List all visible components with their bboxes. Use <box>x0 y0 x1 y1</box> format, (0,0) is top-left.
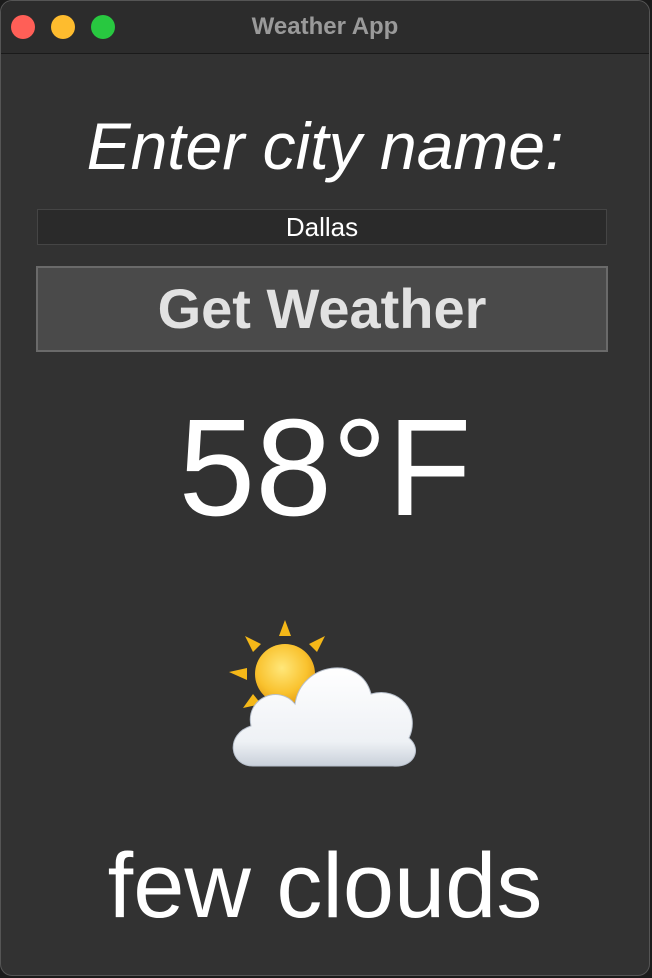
zoom-window-button[interactable] <box>91 15 115 39</box>
get-weather-button[interactable]: Get Weather <box>36 266 608 352</box>
temperature-display: 58°F <box>178 391 472 545</box>
weather-app-window: Weather App Enter city name: Get Weather… <box>0 0 650 976</box>
minimize-window-button[interactable] <box>51 15 75 39</box>
close-window-button[interactable] <box>11 15 35 39</box>
city-prompt-label: Enter city name: <box>86 109 564 183</box>
sun-behind-cloud-icon <box>229 620 416 767</box>
title-bar[interactable]: Weather App <box>1 1 649 54</box>
weather-description: few clouds <box>107 835 543 937</box>
city-input[interactable] <box>37 209 607 245</box>
